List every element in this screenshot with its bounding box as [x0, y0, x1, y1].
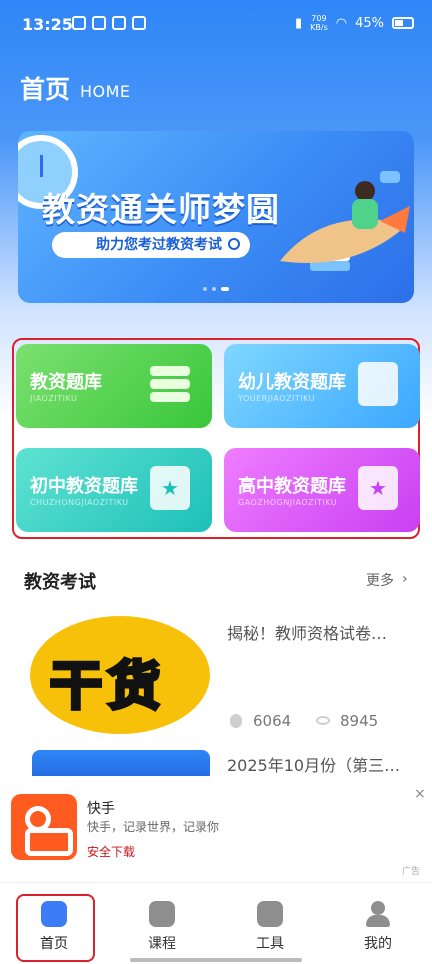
- carousel-dot: [203, 287, 207, 291]
- app-notification-icon: [112, 16, 126, 30]
- status-time: 13:25: [22, 15, 73, 34]
- category-subtitle: GAOZHOGNJIAOZITIKU: [238, 498, 338, 507]
- category-subtitle: JIAOZITIKU: [30, 394, 78, 403]
- section-title: 教资考试: [24, 572, 96, 593]
- category-title: 高中教资题库: [238, 476, 346, 497]
- tab-tools[interactable]: 工具: [240, 901, 300, 953]
- chevron-right-icon[interactable]: ›: [402, 571, 408, 587]
- article-views: 6064: [253, 712, 292, 730]
- star-bookmark-icon: ★: [358, 466, 398, 510]
- status-right: ▮ 709 KB/s ◠ 45%: [295, 14, 414, 32]
- page-subtitle: HOME: [80, 82, 131, 101]
- tab-label: 课程: [148, 936, 176, 952]
- category-grid: 教资题库 JIAOZITIKU 幼儿教资题库 YOUERJIAOZITIKU 初…: [12, 338, 420, 539]
- carousel-dot: [212, 287, 216, 291]
- eye-icon: [316, 716, 330, 725]
- net-speed-unit: KB/s: [310, 23, 328, 32]
- play-icon: [132, 16, 146, 30]
- article-title[interactable]: 2025年10月份（第三…: [227, 752, 403, 776]
- gesture-bar[interactable]: [130, 958, 302, 962]
- thumbnail-text: 干货: [48, 655, 167, 719]
- star-bookmark-icon: ★: [150, 466, 190, 510]
- article-reads: 8945: [340, 712, 379, 730]
- category-title: 初中教资题库: [30, 476, 138, 497]
- ad-app-name: 快手: [87, 801, 115, 817]
- category-subtitle: YOUERJIAOZITIKU: [238, 394, 316, 403]
- notification-icons: [72, 16, 146, 30]
- vibrate-icon: ▮: [294, 15, 303, 31]
- promo-banner[interactable]: 教资通关师梦圆 助力您考过教资考试: [18, 131, 414, 303]
- ad-download-link[interactable]: 安全下载: [87, 843, 135, 860]
- tab-profile[interactable]: 我的: [348, 901, 408, 953]
- user-icon: [365, 901, 391, 927]
- category-title: 教资题库: [30, 372, 102, 393]
- user-icon-body: [366, 915, 390, 927]
- ad-banner[interactable]: 快手 快手，记录世界，记录你 安全下载 × 广告: [0, 776, 432, 882]
- category-card-gaozhong[interactable]: 高中教资题库 GAOZHOGNJIAOZITIKU ★: [224, 448, 420, 532]
- page-title: 首页: [20, 75, 71, 104]
- crown-icon: [92, 16, 106, 30]
- magnifier-icon: [228, 238, 240, 250]
- category-card-jiaozi[interactable]: 教资题库 JIAOZITIKU: [16, 344, 212, 428]
- carousel-dot-active: [221, 287, 229, 291]
- tab-course[interactable]: 课程: [132, 901, 192, 953]
- app-notification-icon: [72, 16, 86, 30]
- category-title: 幼儿教资题库: [238, 372, 346, 393]
- category-card-youer[interactable]: 幼儿教资题库 YOUERJIAOZITIKU: [224, 344, 420, 428]
- course-icon: [149, 901, 175, 927]
- user-icon-head: [371, 901, 385, 915]
- battery-percent: 45%: [355, 15, 384, 31]
- active-tab-highlight: [16, 894, 95, 962]
- ad-description: 快手，记录世界，记录你: [87, 820, 220, 834]
- rocket-illustration: [280, 171, 410, 271]
- tab-label: 工具: [256, 936, 284, 952]
- tab-label: 我的: [364, 936, 392, 952]
- article-title[interactable]: 揭秘！教师资格试卷…: [227, 620, 403, 644]
- category-card-chuzhong[interactable]: 初中教资题库 CHUZHONGJIAOZITIKU ★: [16, 448, 212, 532]
- fire-icon: [230, 714, 242, 728]
- banner-headline: 教资通关师梦圆: [42, 190, 280, 229]
- banner-tagline: 助力您考过教资考试: [52, 232, 250, 258]
- bookmark-icon: [358, 362, 398, 406]
- wifi-icon: ◠: [335, 15, 348, 31]
- books-icon: [150, 362, 190, 406]
- carousel-indicator: [203, 287, 229, 291]
- ad-tag: 广告: [402, 867, 421, 877]
- status-bar: 13:25 ▮ 709 KB/s ◠ 45%: [0, 0, 432, 52]
- category-subtitle: CHUZHONGJIAOZITIKU: [30, 498, 129, 507]
- battery-icon: [392, 17, 414, 29]
- more-link[interactable]: 更多: [366, 570, 394, 590]
- net-speed-value: 709: [311, 14, 327, 23]
- kuaishou-logo-icon: [11, 794, 77, 860]
- net-speed: 709 KB/s: [310, 14, 328, 32]
- close-icon[interactable]: ×: [414, 786, 426, 802]
- article-thumbnail[interactable]: 干货: [30, 616, 210, 734]
- tools-icon: [257, 901, 283, 927]
- banner-tagline-text: 助力您考过教资考试: [96, 237, 222, 253]
